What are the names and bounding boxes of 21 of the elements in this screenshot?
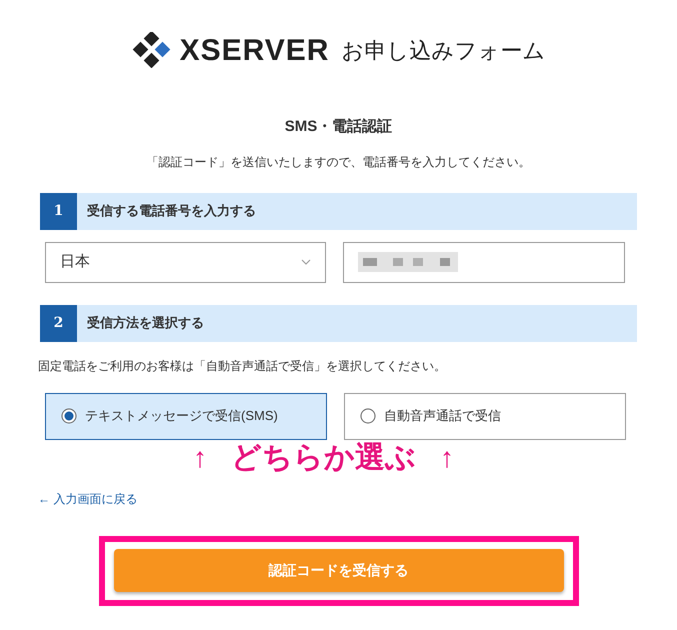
radio-icon <box>360 408 376 424</box>
description: 「認証コード」を送信いたしますので、電話番号を入力してください。 <box>146 154 532 170</box>
country-select[interactable]: 日本 <box>45 242 326 282</box>
receive-option[interactable]: 自動音声通話で受信 <box>344 392 626 440</box>
back-link[interactable]: ← 入力画面に戻る <box>38 490 138 508</box>
step-number: 1 <box>40 192 77 230</box>
diamond-logo-icon <box>132 32 172 68</box>
brand-name: XSERVER <box>180 32 330 68</box>
step-number: 2 <box>40 304 77 342</box>
step-heading: 受信方法を選択する <box>86 314 204 332</box>
annotation-text: どちらか選ぶ <box>231 440 416 476</box>
radio-icon <box>61 408 77 424</box>
phone-field[interactable] <box>343 242 625 282</box>
chevron-down-icon <box>301 259 311 265</box>
up-arrow: ↑ <box>440 440 454 474</box>
step-heading: 受信する電話番号を入力する <box>86 202 256 220</box>
logo-subtitle: お申し込みフォーム <box>341 36 546 64</box>
up-arrow: ↑ <box>193 440 207 474</box>
receive-option[interactable]: テキストメッセージで受信(SMS) <box>45 392 327 440</box>
page-title: SMS・電話認証 <box>284 117 394 137</box>
notice-text: 固定電話をご利用のお客様は「自動音声通話で受信」を選択してください。 <box>38 358 447 374</box>
